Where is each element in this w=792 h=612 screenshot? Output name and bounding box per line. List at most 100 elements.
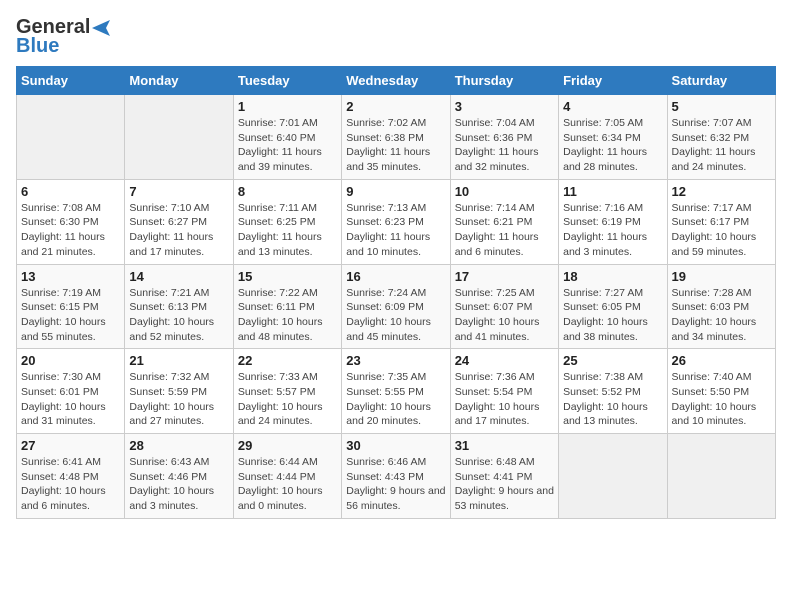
day-number: 8 — [238, 184, 337, 199]
calendar-cell — [667, 434, 775, 519]
weekday-header-monday: Monday — [125, 67, 233, 95]
day-number: 15 — [238, 269, 337, 284]
calendar-cell: 9Sunrise: 7:13 AM Sunset: 6:23 PM Daylig… — [342, 179, 450, 264]
day-number: 19 — [672, 269, 771, 284]
day-number: 25 — [563, 353, 662, 368]
day-info: Sunrise: 7:10 AM Sunset: 6:27 PM Dayligh… — [129, 201, 228, 260]
day-info: Sunrise: 7:05 AM Sunset: 6:34 PM Dayligh… — [563, 116, 662, 175]
calendar-cell: 12Sunrise: 7:17 AM Sunset: 6:17 PM Dayli… — [667, 179, 775, 264]
day-number: 4 — [563, 99, 662, 114]
calendar-cell: 7 Sunrise: 7:10 AM Sunset: 6:27 PM Daylig… — [125, 179, 233, 264]
calendar-cell: 23 Sunrise: 7:35 AM Sunset: 5:55 PM Dayli… — [342, 349, 450, 434]
day-info: Sunrise: 7:35 AM Sunset: 5:55 PM Dayligh… — [346, 370, 445, 429]
day-info: Sunrise: 7:08 AM Sunset: 6:30 PM Dayligh… — [21, 201, 120, 260]
day-info: Sunrise: 7:30 AM Sunset: 6:01 PM Dayligh… — [21, 370, 120, 429]
day-info: Sunrise: 7:11 AM Sunset: 6:25 PM Dayligh… — [238, 201, 337, 260]
calendar-cell: 27 Sunrise: 6:41 AM Sunset: 4:48 PM Dayli… — [17, 434, 125, 519]
day-info: Sunrise: 7:22 AM Sunset: 6:11 PM Dayligh… — [238, 286, 337, 345]
day-number: 29 — [238, 438, 337, 453]
day-info: Sunrise: 6:48 AM Sunset: 4:41 PM Dayligh… — [455, 455, 554, 514]
calendar-cell: 24 Sunrise: 7:36 AM Sunset: 5:54 PM Dayli… — [450, 349, 558, 434]
day-info: Sunrise: 7:17 AM Sunset: 6:17 PM Dayligh… — [672, 201, 771, 260]
calendar-cell: 11 Sunrise: 7:16 AM Sunset: 6:19 PM Dayli… — [559, 179, 667, 264]
calendar-cell: 8 Sunrise: 7:11 AM Sunset: 6:25 PM Daylig… — [233, 179, 341, 264]
day-number: 18 — [563, 269, 662, 284]
calendar-week-row: 13 Sunrise: 7:19 AM Sunset: 6:15 PM Dayli… — [17, 264, 776, 349]
day-number: 16 — [346, 269, 445, 284]
calendar-week-row: 20 Sunrise: 7:30 AM Sunset: 6:01 PM Dayli… — [17, 349, 776, 434]
calendar-cell: 5 Sunrise: 7:07 AM Sunset: 6:32 PM Daylig… — [667, 95, 775, 180]
day-info: Sunrise: 7:02 AM Sunset: 6:38 PM Dayligh… — [346, 116, 445, 175]
day-number: 17 — [455, 269, 554, 284]
day-info: Sunrise: 6:46 AM Sunset: 4:43 PM Dayligh… — [346, 455, 445, 514]
day-number: 22 — [238, 353, 337, 368]
calendar-cell: 16Sunrise: 7:24 AM Sunset: 6:09 PM Dayli… — [342, 264, 450, 349]
weekday-header-wednesday: Wednesday — [342, 67, 450, 95]
weekday-header-thursday: Thursday — [450, 67, 558, 95]
calendar-cell: 22 Sunrise: 7:33 AM Sunset: 5:57 PM Dayli… — [233, 349, 341, 434]
day-number: 14 — [129, 269, 228, 284]
calendar-cell: 18 Sunrise: 7:27 AM Sunset: 6:05 PM Dayli… — [559, 264, 667, 349]
calendar-cell: 4 Sunrise: 7:05 AM Sunset: 6:34 PM Daylig… — [559, 95, 667, 180]
calendar-cell: 15 Sunrise: 7:22 AM Sunset: 6:11 PM Dayli… — [233, 264, 341, 349]
weekday-header-tuesday: Tuesday — [233, 67, 341, 95]
calendar-cell — [17, 95, 125, 180]
day-number: 31 — [455, 438, 554, 453]
day-info: Sunrise: 7:16 AM Sunset: 6:19 PM Dayligh… — [563, 201, 662, 260]
weekday-header-sunday: Sunday — [17, 67, 125, 95]
calendar-cell: 6 Sunrise: 7:08 AM Sunset: 6:30 PM Daylig… — [17, 179, 125, 264]
calendar-cell: 20 Sunrise: 7:30 AM Sunset: 6:01 PM Dayli… — [17, 349, 125, 434]
logo-bird-icon — [92, 20, 110, 36]
day-number: 13 — [21, 269, 120, 284]
weekday-header-row: SundayMondayTuesdayWednesdayThursdayFrid… — [17, 67, 776, 95]
day-info: Sunrise: 7:04 AM Sunset: 6:36 PM Dayligh… — [455, 116, 554, 175]
calendar-cell: 19 Sunrise: 7:28 AM Sunset: 6:03 PM Dayli… — [667, 264, 775, 349]
day-number: 30 — [346, 438, 445, 453]
calendar-cell: 10Sunrise: 7:14 AM Sunset: 6:21 PM Dayli… — [450, 179, 558, 264]
calendar-cell: 31 Sunrise: 6:48 AM Sunset: 4:41 PM Dayli… — [450, 434, 558, 519]
day-info: Sunrise: 6:41 AM Sunset: 4:48 PM Dayligh… — [21, 455, 120, 514]
day-number: 7 — [129, 184, 228, 199]
day-info: Sunrise: 6:44 AM Sunset: 4:44 PM Dayligh… — [238, 455, 337, 514]
calendar-cell: 1Sunrise: 7:01 AM Sunset: 6:40 PM Daylig… — [233, 95, 341, 180]
calendar-cell: 25Sunrise: 7:38 AM Sunset: 5:52 PM Dayli… — [559, 349, 667, 434]
weekday-header-saturday: Saturday — [667, 67, 775, 95]
logo: General Blue — [16, 16, 110, 58]
day-number: 24 — [455, 353, 554, 368]
calendar-cell: 13 Sunrise: 7:19 AM Sunset: 6:15 PM Dayli… — [17, 264, 125, 349]
day-info: Sunrise: 7:19 AM Sunset: 6:15 PM Dayligh… — [21, 286, 120, 345]
day-number: 2 — [346, 99, 445, 114]
calendar-week-row: 1Sunrise: 7:01 AM Sunset: 6:40 PM Daylig… — [17, 95, 776, 180]
calendar-cell: 29 Sunrise: 6:44 AM Sunset: 4:44 PM Dayli… — [233, 434, 341, 519]
calendar-cell — [559, 434, 667, 519]
day-number: 28 — [129, 438, 228, 453]
day-info: Sunrise: 7:40 AM Sunset: 5:50 PM Dayligh… — [672, 370, 771, 429]
calendar-week-row: 6 Sunrise: 7:08 AM Sunset: 6:30 PM Daylig… — [17, 179, 776, 264]
calendar-cell: 3 Sunrise: 7:04 AM Sunset: 6:36 PM Daylig… — [450, 95, 558, 180]
calendar-cell: 14 Sunrise: 7:21 AM Sunset: 6:13 PM Dayli… — [125, 264, 233, 349]
day-info: Sunrise: 7:27 AM Sunset: 6:05 PM Dayligh… — [563, 286, 662, 345]
calendar-cell: 28 Sunrise: 6:43 AM Sunset: 4:46 PM Dayli… — [125, 434, 233, 519]
day-number: 6 — [21, 184, 120, 199]
day-number: 27 — [21, 438, 120, 453]
day-info: Sunrise: 7:07 AM Sunset: 6:32 PM Dayligh… — [672, 116, 771, 175]
day-info: Sunrise: 7:36 AM Sunset: 5:54 PM Dayligh… — [455, 370, 554, 429]
day-number: 23 — [346, 353, 445, 368]
day-info: Sunrise: 7:32 AM Sunset: 5:59 PM Dayligh… — [129, 370, 228, 429]
day-number: 20 — [21, 353, 120, 368]
day-info: Sunrise: 7:21 AM Sunset: 6:13 PM Dayligh… — [129, 286, 228, 345]
day-info: Sunrise: 7:25 AM Sunset: 6:07 PM Dayligh… — [455, 286, 554, 345]
calendar-cell: 30 Sunrise: 6:46 AM Sunset: 4:43 PM Dayli… — [342, 434, 450, 519]
day-number: 11 — [563, 184, 662, 199]
day-info: Sunrise: 7:33 AM Sunset: 5:57 PM Dayligh… — [238, 370, 337, 429]
day-number: 5 — [672, 99, 771, 114]
calendar-week-row: 27 Sunrise: 6:41 AM Sunset: 4:48 PM Dayli… — [17, 434, 776, 519]
calendar-cell: 26Sunrise: 7:40 AM Sunset: 5:50 PM Dayli… — [667, 349, 775, 434]
day-number: 3 — [455, 99, 554, 114]
day-info: Sunrise: 6:43 AM Sunset: 4:46 PM Dayligh… — [129, 455, 228, 514]
day-info: Sunrise: 7:28 AM Sunset: 6:03 PM Dayligh… — [672, 286, 771, 345]
day-number: 10 — [455, 184, 554, 199]
day-info: Sunrise: 7:13 AM Sunset: 6:23 PM Dayligh… — [346, 201, 445, 260]
page-header: General Blue — [16, 16, 776, 58]
weekday-header-friday: Friday — [559, 67, 667, 95]
